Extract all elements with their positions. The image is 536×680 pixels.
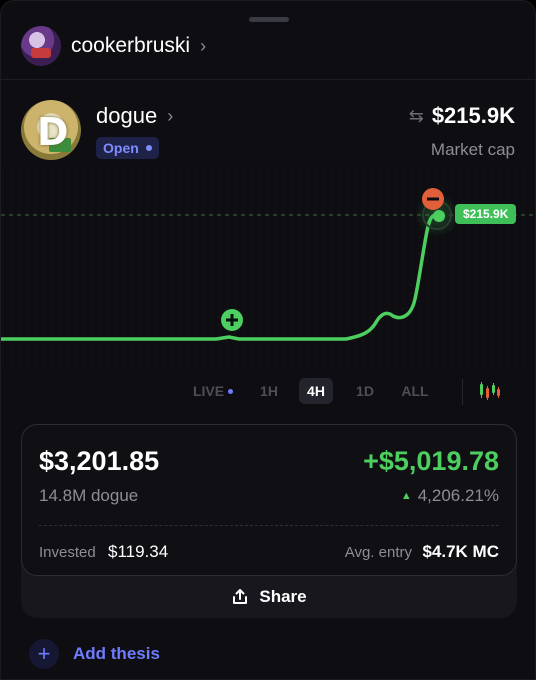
position-card: $3,201.85 +$5,019.78 14.8M dogue ▲ 4,206…: [21, 424, 517, 618]
price-chart[interactable]: [1, 171, 536, 371]
user-profile-row[interactable]: cookerbruski ›: [21, 25, 206, 67]
tab-1d[interactable]: 1D: [347, 378, 383, 404]
share-label: Share: [259, 587, 307, 606]
status-badge: Open: [96, 137, 159, 159]
tab-all[interactable]: ALL: [395, 378, 435, 404]
tab-4h[interactable]: 4H: [299, 378, 333, 404]
user-avatar: [21, 26, 61, 66]
tab-live-label: LIVE: [192, 383, 225, 399]
candlestick-chart-icon[interactable]: [479, 381, 501, 401]
position-pnl-percent: ▲ 4,206.21%: [401, 486, 499, 506]
share-icon: [233, 589, 248, 604]
current-price-dot: [433, 210, 445, 222]
add-thesis-button[interactable]: + Add thesis: [29, 638, 160, 670]
pnl-percent-text: 4,206.21%: [417, 486, 499, 505]
tab-1h[interactable]: 1H: [249, 378, 289, 404]
position-value: $3,201.85: [39, 446, 160, 476]
sell-marker-icon[interactable]: [422, 188, 444, 210]
position-summary: $3,201.85 +$5,019.78 14.8M dogue ▲ 4,206…: [21, 424, 517, 576]
token-avatar-letter: D: [37, 110, 69, 154]
invested-label: Invested: [39, 544, 96, 561]
add-thesis-label: Add thesis: [73, 644, 160, 663]
token-name-link[interactable]: dogue ›: [96, 103, 173, 129]
plus-icon: +: [29, 639, 59, 669]
divider: [1, 79, 535, 80]
chart-grid: [1, 171, 535, 371]
chevron-right-icon: ›: [200, 35, 207, 56]
token-name: dogue: [96, 103, 158, 128]
avg-entry-label: Avg. entry: [344, 544, 412, 561]
status-text: Open: [103, 140, 139, 156]
dashed-divider: [39, 525, 499, 526]
tabs-divider: [462, 379, 463, 405]
status-dot: [145, 145, 152, 151]
current-price-tag: $215.9K: [455, 204, 517, 224]
username: cookerbruski: [71, 34, 191, 57]
tab-live[interactable]: LIVE: [187, 378, 239, 404]
live-dot: [228, 388, 234, 394]
token-detail-sheet: cookerbruski › D dogue › Open ⇆ $215.9K …: [0, 0, 536, 680]
buy-marker-icon[interactable]: [221, 309, 243, 331]
token-avatar: D: [21, 100, 81, 160]
position-pnl: +$5,019.78: [363, 446, 499, 476]
avg-entry-value: $4.7K MC: [422, 542, 499, 561]
market-cap-toggle[interactable]: ⇆ $215.9K: [409, 103, 515, 129]
chevron-right-icon: ›: [167, 105, 174, 126]
share-button[interactable]: Share: [21, 576, 517, 618]
invested-value: $119.34: [108, 542, 169, 561]
market-cap-label: Market cap: [430, 140, 515, 159]
sheet-grabber[interactable]: [249, 17, 289, 22]
timeframe-tabs: LIVE 1H 4H 1D ALL: [187, 377, 435, 405]
market-cap-value: $215.9K: [431, 103, 515, 128]
triangle-up-icon: ▲: [400, 490, 412, 502]
swap-arrows-icon[interactable]: ⇆: [409, 106, 424, 127]
position-amount: 14.8M dogue: [39, 486, 139, 505]
